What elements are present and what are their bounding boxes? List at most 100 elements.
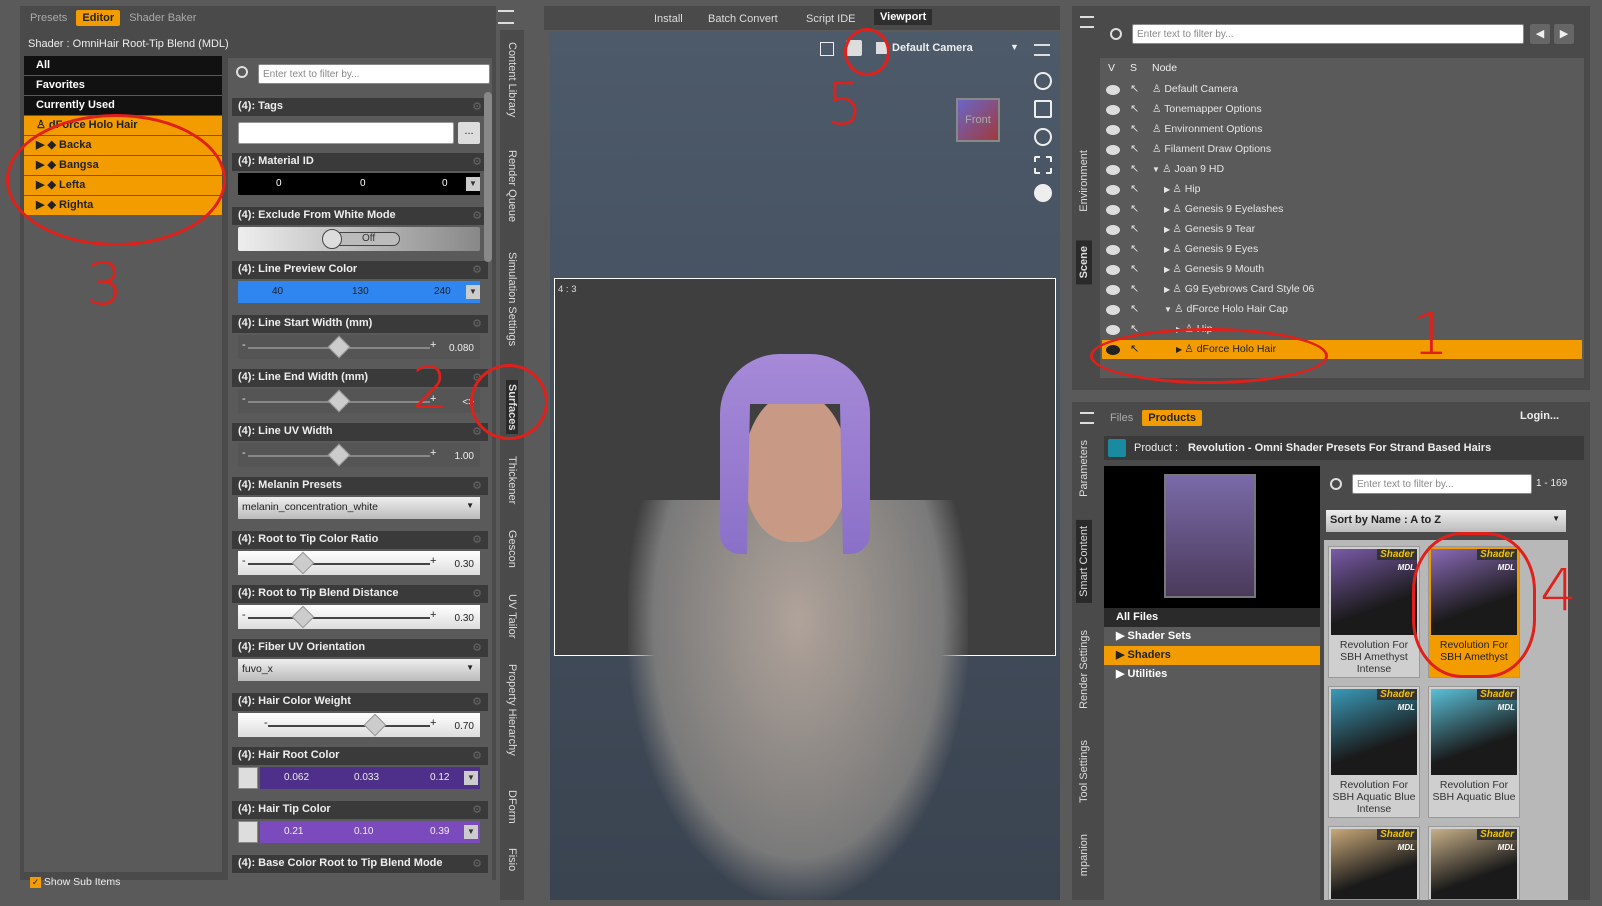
expand-arrow-icon[interactable]: ▼ bbox=[1152, 165, 1162, 174]
property-filter-input[interactable]: Enter text to filter by... bbox=[258, 64, 490, 84]
tab-thickener[interactable]: Thickener bbox=[506, 456, 518, 504]
selectable-cursor-icon[interactable]: ↖ bbox=[1130, 262, 1139, 275]
tags-input[interactable] bbox=[238, 122, 454, 144]
tab-gescon[interactable]: Gescon bbox=[506, 530, 518, 568]
sort-dropdown[interactable]: Sort by Name : A to Z ▼ bbox=[1326, 510, 1566, 532]
scene-node-row[interactable]: ▶ ♙ Genesis 9 Eyes bbox=[1164, 240, 1258, 259]
selectable-cursor-icon[interactable]: ↖ bbox=[1130, 222, 1139, 235]
hair-root-swatch[interactable]: 0.062 0.033 0.12 ▼ bbox=[260, 767, 480, 789]
viewport-menu-icon[interactable] bbox=[1034, 44, 1050, 56]
gear-icon[interactable]: ⚙ bbox=[472, 209, 482, 222]
hair-tip-swatch[interactable]: 0.21 0.10 0.39 ▼ bbox=[260, 821, 480, 843]
product-tile[interactable]: Shader MDL Revolution For SBH Aquatic Blue… bbox=[1328, 686, 1420, 818]
gear-icon[interactable]: ⚙ bbox=[472, 749, 482, 762]
content-menu-icon[interactable] bbox=[1080, 412, 1094, 424]
gear-icon[interactable]: ⚙ bbox=[472, 641, 482, 654]
tab-smart-content[interactable]: Smart Content bbox=[1076, 520, 1092, 603]
gear-icon[interactable]: ⚙ bbox=[472, 263, 482, 276]
visibility-eye-icon[interactable] bbox=[1106, 265, 1120, 275]
scene-node-row[interactable]: ▶ ♙ Genesis 9 Mouth bbox=[1164, 260, 1264, 279]
scene-node-row[interactable]: ♙ Default Camera bbox=[1152, 80, 1238, 99]
scene-node-row[interactable]: ♙ Filament Draw Options bbox=[1152, 140, 1271, 159]
scene-node-row[interactable]: ▶ ♙ Hip bbox=[1164, 180, 1200, 199]
gear-icon[interactable]: ⚙ bbox=[472, 857, 482, 870]
selectable-cursor-icon[interactable]: ↖ bbox=[1130, 102, 1139, 115]
chevron-down-icon[interactable]: ▼ bbox=[464, 825, 478, 839]
gear-icon[interactable]: ⚙ bbox=[472, 695, 482, 708]
gear-icon[interactable]: ⚙ bbox=[472, 803, 482, 816]
slider-knob[interactable] bbox=[291, 605, 314, 629]
tab-companion[interactable]: mpanion bbox=[1078, 834, 1090, 876]
fiber-uv-dropdown[interactable]: fuvo_x ▼ bbox=[238, 659, 480, 681]
slider[interactable]: - + 1.00 bbox=[238, 443, 480, 467]
tab-tool-settings[interactable]: Tool Settings bbox=[1078, 740, 1090, 803]
product-thumbnail[interactable] bbox=[1164, 474, 1256, 598]
scene-node-row[interactable]: ▶ ♙ G9 Eyebrows Card Style 06 bbox=[1164, 280, 1314, 299]
tab-shader-baker[interactable]: Shader Baker bbox=[123, 10, 202, 26]
scene-node-row[interactable]: ▶ ♙ Genesis 9 Tear bbox=[1164, 220, 1255, 239]
map-icon[interactable] bbox=[238, 821, 258, 843]
melanin-dropdown[interactable]: melanin_concentration_white ▼ bbox=[238, 497, 480, 519]
selectable-cursor-icon[interactable]: ↖ bbox=[1130, 162, 1139, 175]
material-id-field[interactable]: 0 0 0 ▼ bbox=[238, 173, 480, 195]
category-shader-sets[interactable]: ▶ Shader Sets bbox=[1104, 627, 1320, 646]
tab-script-ide[interactable]: Script IDE bbox=[800, 11, 862, 27]
slider[interactable]: - + 0.30 bbox=[238, 605, 480, 629]
toggle-track[interactable]: Off bbox=[238, 227, 480, 251]
category-all-files[interactable]: All Files bbox=[1104, 608, 1320, 627]
pan-icon[interactable] bbox=[1034, 100, 1052, 118]
login-button[interactable]: Login... bbox=[1520, 410, 1559, 422]
visibility-eye-icon[interactable] bbox=[1106, 145, 1120, 155]
tab-render-queue[interactable]: Render Queue bbox=[506, 150, 518, 222]
tags-browse-button[interactable]: ... bbox=[458, 122, 480, 144]
slider-knob[interactable] bbox=[364, 713, 387, 737]
show-sub-items[interactable]: ✓ Show Sub Items bbox=[30, 876, 120, 888]
map-icon[interactable] bbox=[238, 767, 258, 789]
tab-presets[interactable]: Presets bbox=[24, 10, 73, 26]
gear-icon[interactable]: ⚙ bbox=[472, 587, 482, 600]
category-all[interactable]: All bbox=[24, 56, 222, 75]
zoom-icon[interactable] bbox=[1034, 128, 1052, 146]
toggle-knob[interactable] bbox=[322, 229, 342, 249]
scene-node-row[interactable]: ▼ ♙ dForce Holo Hair Cap bbox=[1164, 300, 1288, 319]
tab-property-hierarchy[interactable]: Property Hierarchy bbox=[506, 664, 518, 756]
tab-files[interactable]: Files bbox=[1104, 410, 1139, 426]
tab-content-library[interactable]: Content Library bbox=[506, 42, 518, 117]
selectable-cursor-icon[interactable]: ↖ bbox=[1130, 82, 1139, 95]
tab-dform[interactable]: DForm bbox=[506, 790, 518, 824]
scrollbar[interactable] bbox=[484, 92, 492, 262]
gear-icon[interactable]: ⚙ bbox=[472, 155, 482, 168]
product-tile[interactable]: Shader MDL Revolution For SBH Aquatic Blue bbox=[1428, 686, 1520, 818]
tab-uv-tailor[interactable]: UV Tailor bbox=[506, 594, 518, 638]
draw-style-icon[interactable] bbox=[820, 42, 834, 56]
scene-node-row[interactable]: ♙ Tonemapper Options bbox=[1152, 100, 1262, 119]
selectable-cursor-icon[interactable]: ↖ bbox=[1130, 242, 1139, 255]
selectable-cursor-icon[interactable]: ↖ bbox=[1130, 302, 1139, 315]
gear-icon[interactable]: ⚙ bbox=[472, 100, 482, 113]
tab-parameters[interactable]: Parameters bbox=[1078, 440, 1090, 497]
selectable-cursor-icon[interactable]: ↖ bbox=[1130, 202, 1139, 215]
gear-icon[interactable]: ⚙ bbox=[472, 533, 482, 546]
visibility-eye-icon[interactable] bbox=[1106, 245, 1120, 255]
tab-render-settings[interactable]: Render Settings bbox=[1078, 630, 1090, 709]
panel-menu-icon[interactable] bbox=[498, 10, 514, 24]
category-shaders[interactable]: ▶ Shaders bbox=[1104, 646, 1320, 665]
visibility-eye-icon[interactable] bbox=[1106, 185, 1120, 195]
checkbox-checked-icon[interactable]: ✓ bbox=[30, 877, 41, 888]
tab-products[interactable]: Products bbox=[1142, 410, 1202, 426]
chevron-down-icon[interactable]: ▼ bbox=[466, 285, 480, 299]
content-filter-input[interactable]: Enter text to filter by... bbox=[1352, 474, 1532, 494]
visibility-eye-icon[interactable] bbox=[1106, 325, 1120, 335]
visibility-eye-icon[interactable] bbox=[1106, 285, 1120, 295]
frame-icon[interactable] bbox=[1034, 156, 1052, 174]
scene-menu-icon[interactable] bbox=[1080, 16, 1094, 28]
category-utilities[interactable]: ▶ Utilities bbox=[1104, 665, 1320, 684]
visibility-eye-icon[interactable] bbox=[1106, 165, 1120, 175]
visibility-eye-icon[interactable] bbox=[1106, 125, 1120, 135]
slider-knob[interactable] bbox=[291, 551, 314, 575]
product-tile[interactable]: Shader MDL bbox=[1328, 826, 1420, 900]
gear-icon[interactable]: ⚙ bbox=[472, 317, 482, 330]
slider-knob[interactable] bbox=[327, 335, 351, 359]
view-cube[interactable]: Front bbox=[956, 98, 1000, 142]
tab-simulation-settings[interactable]: Simulation Settings bbox=[506, 252, 518, 346]
